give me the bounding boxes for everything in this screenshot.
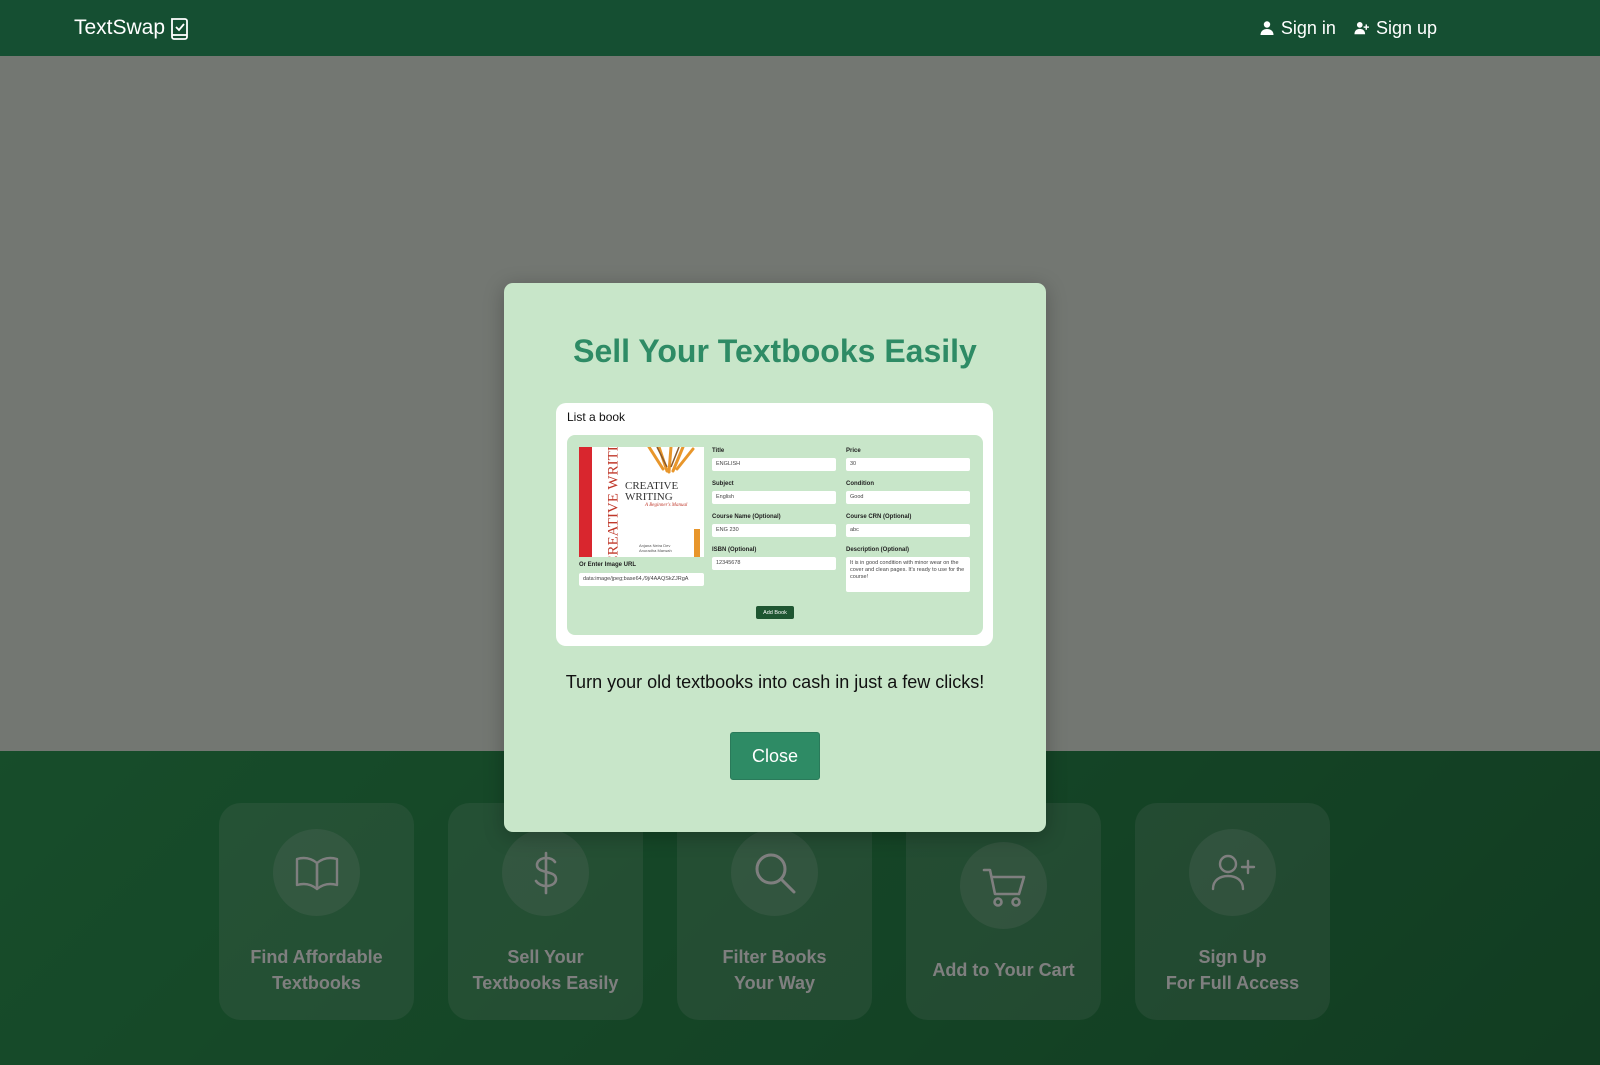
cover-red-strip [579,447,592,557]
condition-input: Good [846,491,970,504]
preview-heading: List a book [567,410,626,424]
description-label: Description (Optional) [846,547,909,553]
brand-logo[interactable]: TextSwap [74,16,191,40]
isbn-label: ISBN (Optional) [712,547,757,553]
add-book-button: Add Book [756,606,794,619]
nav-links: Sign in Sign up [1259,18,1437,39]
cover-authors: Anjana Neira Dev Anuradha Marwah [639,543,672,553]
subject-input: English [712,491,836,504]
modal-description: Turn your old textbooks into cash in jus… [565,672,985,692]
user-plus-icon [1354,22,1369,35]
book-cover-image: CREATIVE WRITIN CREATIVE WRITING A Beginn… [579,447,704,557]
list-book-preview-image: List a book CREATIVE WRITIN CREATIVE WRIT… [556,403,993,646]
sign-in-label[interactable]: Sign in [1281,18,1336,39]
sign-up-label[interactable]: Sign up [1376,18,1437,39]
course-name-label: Course Name (Optional) [712,514,781,520]
course-crn-label: Course CRN (Optional) [846,514,912,520]
title-label: Title [712,448,725,454]
preview-form: CREATIVE WRITIN CREATIVE WRITING A Beginn… [567,435,983,635]
modal-title: Sell Your Textbooks Easily [573,333,977,369]
cover-orange-strip [694,529,700,557]
book-check-icon [171,18,188,40]
condition-label: Condition [846,481,874,487]
subject-label: Subject [712,481,734,487]
isbn-input: 12345678 [712,557,836,570]
course-name-input: ENG 230 [712,524,836,537]
sign-in-link[interactable]: Sign in [1259,18,1336,39]
price-label: Price [846,448,861,454]
course-crn-input: abc [846,524,970,537]
title-input: ENGLISH [712,458,836,471]
brand-name[interactable]: TextSwap [74,16,165,40]
top-navbar: TextSwap Sign in Sign up [0,0,1600,56]
feature-modal: Sell Your Textbooks Easily List a book C… [504,283,1046,832]
image-url-label: Or Enter Image URL [579,562,637,568]
sign-up-link[interactable]: Sign up [1354,18,1437,39]
price-input: 30 [846,458,970,471]
close-button[interactable]: Close [730,732,820,780]
description-textarea: It is in good condition with minor wear … [846,557,970,592]
cover-subtitle: A Beginner's Manual [645,503,688,508]
cover-vertical-text: CREATIVE WRITIN [605,447,622,557]
brush-illustration [647,447,695,474]
cover-title: CREATIVE WRITING [625,480,679,503]
user-icon [1260,21,1274,35]
image-url-input: data:image/jpeg;base64,/9j/4AAQSkZJRgA [579,573,704,586]
